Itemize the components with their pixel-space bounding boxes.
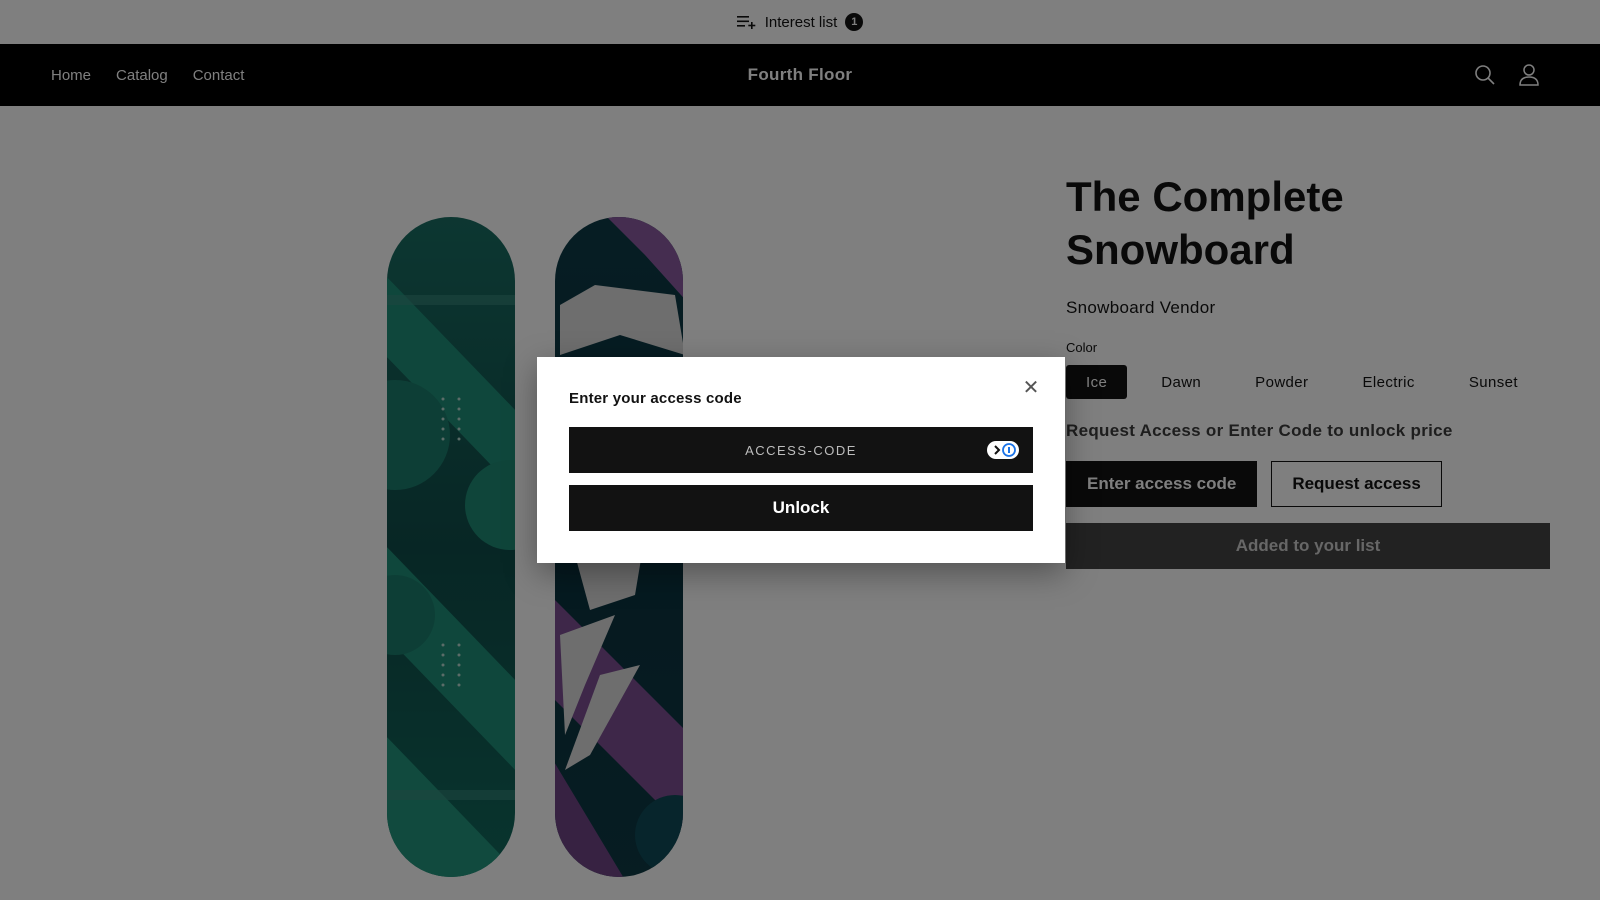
- unlock-button[interactable]: Unlock: [569, 485, 1033, 531]
- close-icon[interactable]: ✕: [1019, 375, 1043, 399]
- modal-title: Enter your access code: [569, 390, 742, 407]
- password-manager-icon[interactable]: [987, 441, 1019, 459]
- access-code-modal: Enter your access code ✕ Unlock: [537, 357, 1065, 563]
- access-code-input[interactable]: [569, 427, 1033, 473]
- access-code-field: [569, 427, 1033, 473]
